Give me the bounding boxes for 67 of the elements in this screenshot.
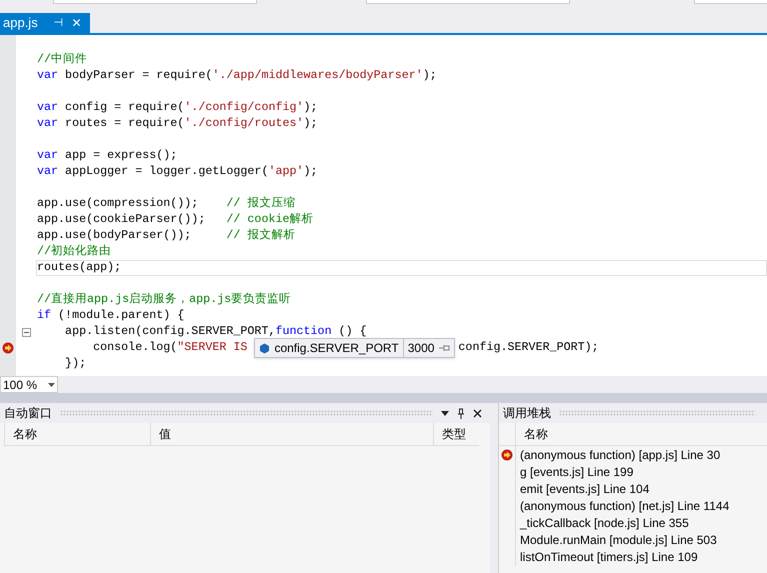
code-text: // 报文解析 [226, 227, 296, 244]
code-text: var [37, 67, 58, 84]
code-text: routes(app); [37, 259, 122, 276]
collapse-icon[interactable] [22, 328, 31, 336]
stack-frame[interactable]: g [events.js] Line 199 [515, 462, 634, 480]
code-text: var [37, 147, 58, 164]
code-text: //中间件 [37, 51, 88, 68]
close-icon[interactable] [473, 408, 482, 418]
code-text: app.use(compression()); [37, 195, 200, 212]
pin-icon[interactable] [457, 408, 465, 418]
code-text: ); [304, 163, 318, 180]
code-text: './config/routes' [184, 115, 304, 132]
code-text: config.SERVER_PORT); [458, 339, 599, 356]
code-text: }); [64, 355, 86, 372]
cube-icon [259, 342, 270, 354]
code-text: appLogger = logger.getLogger( [64, 163, 268, 180]
toolbar-field[interactable] [53, 0, 257, 4]
code-text: if [37, 307, 52, 324]
code-text: 'app' [268, 163, 304, 180]
stack-frame[interactable]: Module.runMain [module.js] Line 503 [515, 530, 717, 548]
stack-frame[interactable]: listOnTimeout [timers.js] Line 109 [515, 548, 698, 566]
caret-icon [48, 382, 55, 386]
toolbar-field[interactable] [366, 0, 570, 4]
code-text: console.log( [92, 339, 178, 356]
pin-icon[interactable]: ⊣ [54, 14, 64, 32]
column-header[interactable]: 名称 [515, 423, 767, 445]
code-text: var [37, 99, 58, 116]
column-header[interactable]: 值 [150, 423, 433, 445]
code-text: var [37, 163, 58, 180]
code-text: config = require( [64, 99, 184, 116]
toolbar-field[interactable] [694, 0, 767, 4]
code-text: function [275, 323, 332, 340]
tip-name: config.SERVER_PORT [274, 339, 404, 357]
stack-frame[interactable]: (anonymous function) [app.js] Line 30 [515, 446, 720, 464]
code-text: //初始化路由 [37, 243, 112, 260]
stack-frame[interactable]: emit [events.js] Line 104 [515, 480, 650, 498]
column-header[interactable]: 类型 [433, 423, 479, 445]
panel-title: 调用堆栈 [503, 405, 551, 422]
code-text: //直接用app.js启动服务，app.js要负责监听 [37, 291, 292, 308]
code-text: routes = require( [64, 115, 184, 132]
data-tip[interactable]: config.SERVER_PORT 3000 [254, 338, 456, 358]
code-text: bodyParser = require( [64, 67, 212, 84]
code-text: ); [422, 67, 437, 84]
stack-frame[interactable]: _tickCallback [node.js] Line 355 [515, 514, 689, 532]
tip-value: 3000 [406, 340, 436, 357]
code-text: var [37, 115, 58, 132]
code-text: app = express(); [64, 147, 178, 164]
code-text: (!module.parent) { [57, 307, 184, 324]
code-text: app.use(cookieParser()); [37, 211, 206, 228]
code-text: './config/config' [184, 99, 304, 116]
code-text: ); [304, 115, 318, 132]
code-text: app.listen(config.SERVER_PORT, [64, 323, 276, 340]
code-editor[interactable] [0, 35, 767, 376]
panel-title: 自动窗口 [4, 405, 52, 422]
code-text: ); [304, 99, 318, 116]
code-text: // 报文压缩 [226, 195, 296, 212]
dropdown-icon[interactable] [441, 410, 449, 416]
code-text: app.use(bodyParser()); [37, 227, 192, 244]
code-text: './app/middlewares/bodyParser' [212, 67, 423, 84]
code-text: // cookie解析 [226, 211, 314, 228]
code-text: "SERVER IS [177, 339, 248, 356]
close-icon[interactable]: ✕ [72, 14, 82, 32]
column-header[interactable]: 名称 [4, 423, 150, 445]
code-text: () { [338, 323, 367, 340]
zoom-dropdown[interactable]: 100 % [0, 376, 58, 393]
editor-tab[interactable]: app.js ⊣ ✕ [0, 13, 90, 33]
stack-frame[interactable]: (anonymous function) [net.js] Line 1144 [515, 496, 730, 514]
